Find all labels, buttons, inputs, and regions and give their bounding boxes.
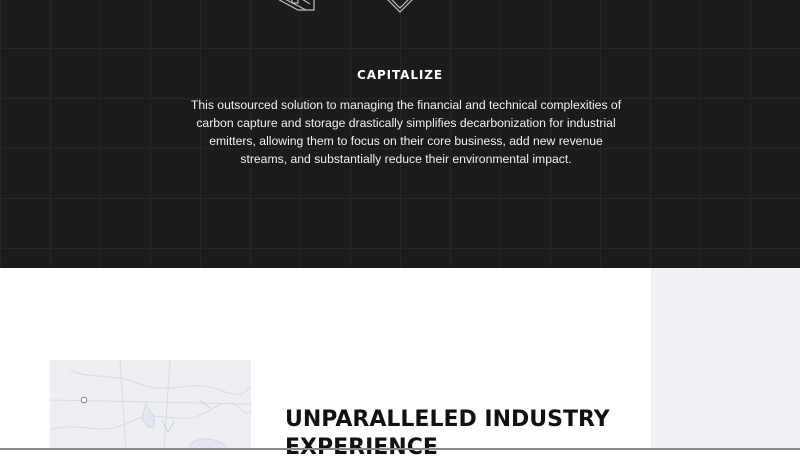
capitalize-description: This outsourced solution to managing the… [190, 98, 622, 166]
region-map-image [50, 360, 251, 450]
experience-heading: UNPARALLELED INDUSTRY EXPERIENCE [285, 407, 610, 460]
capitalize-title: CAPITALIZE [357, 68, 443, 82]
keyboard-device-illustration-icon [278, 0, 413, 13]
map-icon [50, 360, 251, 450]
location-pin-icon [80, 396, 88, 404]
side-panel [651, 268, 800, 450]
experience-section: UNPARALLELED INDUSTRY EXPERIENCE [0, 268, 800, 460]
capitalize-section: CAPITALIZE This outsourced solution to m… [0, 0, 800, 268]
